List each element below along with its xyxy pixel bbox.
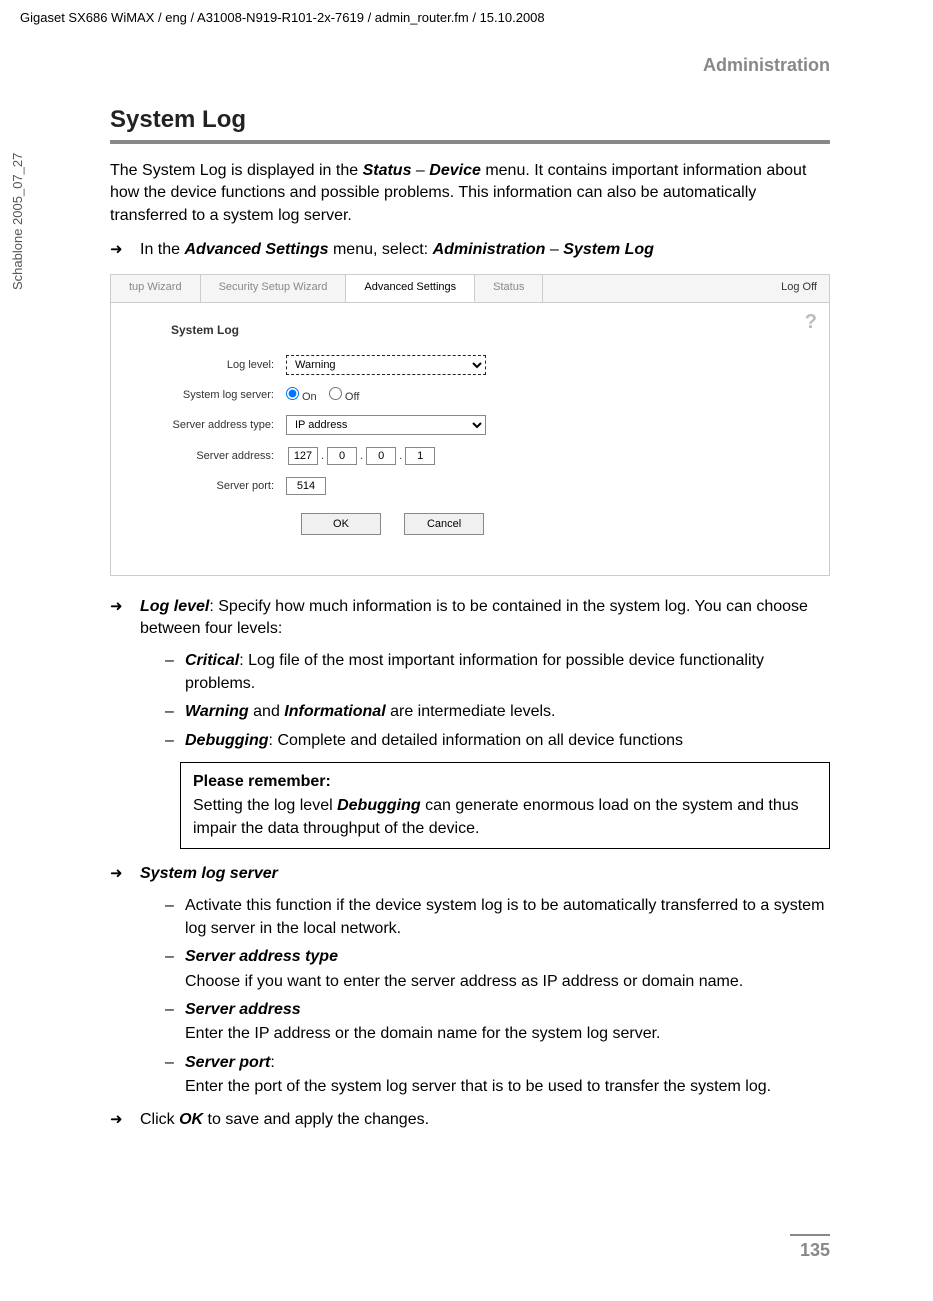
loglevel-term: Log level bbox=[140, 598, 209, 615]
addr-term: Server address bbox=[185, 1001, 301, 1018]
note-body: Setting the log level Debugging can gene… bbox=[193, 795, 817, 840]
label-addrtype: Server address type: bbox=[111, 419, 286, 431]
server-activate: Activate this function if the device sys… bbox=[165, 895, 830, 940]
device-term: Device bbox=[429, 162, 481, 179]
debug-text: : Complete and detailed information on a… bbox=[269, 732, 683, 749]
nav-adv: Advanced Settings bbox=[184, 241, 328, 258]
nav-mid: menu, select: bbox=[329, 241, 433, 258]
heading-rule bbox=[110, 140, 830, 144]
ok-button[interactable]: OK bbox=[301, 513, 381, 535]
nav-syslog: System Log bbox=[563, 241, 654, 258]
note-box: Please remember: Setting the log level D… bbox=[180, 762, 830, 849]
status-term: Status bbox=[363, 162, 412, 179]
warning-term: Warning bbox=[185, 703, 249, 720]
ip-dot: . bbox=[360, 450, 363, 462]
level-critical: Critical: Log file of the most important… bbox=[165, 650, 830, 695]
addrtype-select[interactable]: IP address bbox=[286, 415, 486, 435]
tab-status[interactable]: Status bbox=[475, 275, 543, 302]
intro-paragraph: The System Log is displayed in the Statu… bbox=[110, 160, 830, 227]
note-pre: Setting the log level bbox=[193, 797, 337, 814]
click-ok-instruction: Click OK to save and apply the changes. bbox=[110, 1109, 830, 1131]
radio-on-label: On bbox=[302, 391, 317, 403]
ip-octet-1[interactable] bbox=[288, 447, 318, 465]
warning-mid: and bbox=[249, 703, 285, 720]
label-loglevel: Log level: bbox=[111, 359, 286, 371]
warning-text: are intermediate levels. bbox=[386, 703, 556, 720]
page-title: System Log bbox=[110, 106, 830, 134]
click-ok-pre: Click bbox=[140, 1111, 179, 1128]
label-addr: Server address: bbox=[111, 450, 286, 462]
router-ui-screenshot: tup Wizard Security Setup Wizard Advance… bbox=[110, 274, 830, 576]
nav-admin: Administration bbox=[433, 241, 546, 258]
nav-dash: – bbox=[545, 241, 563, 258]
template-side-label: Schablone 2005_07_27 bbox=[10, 153, 25, 290]
help-icon[interactable]: ? bbox=[805, 311, 817, 334]
nav-prefix: In the bbox=[140, 241, 184, 258]
loglevel-text: : Specify how much information is to be … bbox=[140, 598, 808, 637]
dash: – bbox=[411, 162, 429, 179]
click-ok-post: to save and apply the changes. bbox=[203, 1111, 429, 1128]
ip-dot: . bbox=[321, 450, 324, 462]
server-activate-text: Activate this function if the device sys… bbox=[185, 897, 824, 936]
addrtype-term: Server address type bbox=[185, 948, 338, 965]
loglevel-select[interactable]: Warning bbox=[286, 355, 486, 375]
radio-off[interactable] bbox=[329, 387, 342, 400]
click-ok-term: OK bbox=[179, 1111, 203, 1128]
ip-octet-2[interactable] bbox=[327, 447, 357, 465]
level-debugging: Debugging: Complete and detailed informa… bbox=[165, 730, 830, 752]
server-port: Server port: Enter the port of the syste… bbox=[165, 1052, 830, 1099]
logoff-link[interactable]: Log Off bbox=[781, 281, 817, 293]
level-warning: Warning and Informational are intermedia… bbox=[165, 701, 830, 723]
tab-bar: tup Wizard Security Setup Wizard Advance… bbox=[111, 275, 829, 303]
nav-instruction: In the Advanced Settings menu, select: A… bbox=[110, 239, 830, 261]
debug-term: Debugging bbox=[185, 732, 269, 749]
addr-text: Enter the IP address or the domain name … bbox=[185, 1023, 830, 1045]
ip-dot: . bbox=[399, 450, 402, 462]
critical-term: Critical bbox=[185, 652, 239, 669]
tab-security-wizard[interactable]: Security Setup Wizard bbox=[201, 275, 347, 302]
server-addr: Server address Enter the IP address or t… bbox=[165, 999, 830, 1046]
radio-off-label: Off bbox=[345, 391, 359, 403]
port-colon: : bbox=[270, 1054, 274, 1071]
port-term: Server port bbox=[185, 1054, 270, 1071]
server-section-bullet: System log server bbox=[110, 863, 830, 885]
server-addrtype: Server address type Choose if you want t… bbox=[165, 946, 830, 993]
intro-text1: The System Log is displayed in the bbox=[110, 162, 363, 179]
port-input[interactable] bbox=[286, 477, 326, 495]
doc-header-path: Gigaset SX686 WiMAX / eng / A31008-N919-… bbox=[20, 10, 545, 25]
loglevel-bullet: Log level: Specify how much information … bbox=[110, 596, 830, 641]
critical-text: : Log file of the most important informa… bbox=[185, 652, 764, 691]
label-port: Server port: bbox=[111, 480, 286, 492]
ip-octet-3[interactable] bbox=[366, 447, 396, 465]
addrtype-text: Choose if you want to enter the server a… bbox=[185, 971, 830, 993]
server-sublist: Activate this function if the device sys… bbox=[165, 895, 830, 1098]
tab-advanced-settings[interactable]: Advanced Settings bbox=[346, 275, 475, 302]
radio-on[interactable] bbox=[286, 387, 299, 400]
page-number: 135 bbox=[790, 1234, 830, 1261]
ip-octet-4[interactable] bbox=[405, 447, 435, 465]
server-section-term: System log server bbox=[140, 865, 278, 882]
port-text: Enter the port of the system log server … bbox=[185, 1076, 830, 1098]
ui-section-title: System Log bbox=[171, 323, 829, 337]
loglevel-sublist: Critical: Log file of the most important… bbox=[165, 650, 830, 752]
section-label: Administration bbox=[110, 55, 830, 76]
info-term: Informational bbox=[284, 703, 385, 720]
note-title: Please remember: bbox=[193, 771, 817, 793]
note-term: Debugging bbox=[337, 797, 421, 814]
tab-setup-wizard[interactable]: tup Wizard bbox=[111, 275, 201, 302]
label-server: System log server: bbox=[111, 389, 286, 401]
cancel-button[interactable]: Cancel bbox=[404, 513, 484, 535]
